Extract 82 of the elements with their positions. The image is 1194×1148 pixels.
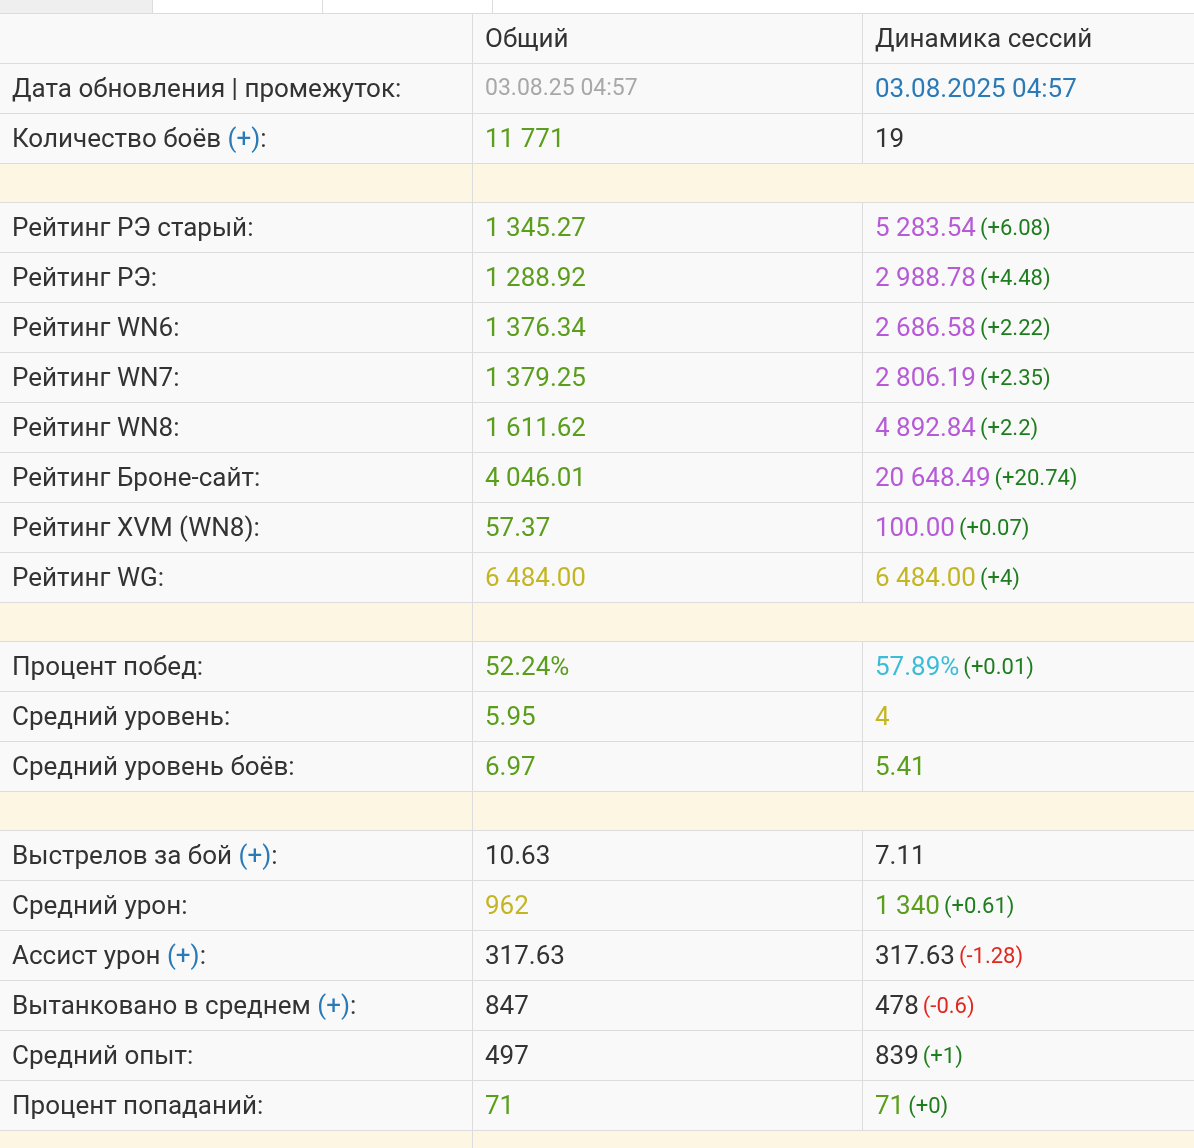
label-colon: :	[271, 839, 278, 872]
value-text: 52.24%	[485, 650, 570, 683]
delta-text: (+2.35)	[980, 364, 1051, 392]
value-text: 1 379.25	[485, 361, 586, 394]
delta-text: (+0.61)	[943, 892, 1015, 920]
delta-text: (+0.07)	[958, 514, 1030, 542]
value-text: 6 484.00	[875, 561, 976, 594]
delta-text: (-0.6)	[922, 992, 975, 1020]
row-label: Средний уровень боёв:	[12, 750, 295, 783]
delta-text: (+4.48)	[980, 264, 1051, 292]
row-label: Вытанковано в среднем	[12, 989, 311, 1022]
value-text: 478	[875, 989, 919, 1022]
details-link[interactable]: (+)	[227, 119, 261, 158]
value-text: 03.08.2025 04:57	[875, 72, 1077, 105]
delta-text: (+0.01)	[963, 653, 1034, 681]
value-text: 6.97	[485, 750, 536, 783]
row-label: Средний уровень:	[12, 700, 231, 733]
label-colon: :	[260, 122, 267, 155]
value-text: 5.95	[485, 700, 536, 733]
value-text: 839	[875, 1039, 919, 1072]
value-text: 317.63	[485, 939, 565, 972]
row-label: Рейтинг Броне-сайт:	[12, 461, 261, 494]
value-text: 4	[875, 700, 890, 733]
value-text: 1 288.92	[485, 261, 586, 294]
column-header: Общий	[485, 22, 569, 55]
row-label: Рейтинг WN7:	[12, 361, 180, 394]
value-text: 6 484.00	[485, 561, 586, 594]
row-label: Дата обновления | промежуток:	[12, 72, 402, 105]
value-text: 2 988.78	[875, 261, 976, 294]
delta-text: (+2.2)	[980, 414, 1039, 442]
value-text: 4 892.84	[875, 411, 976, 444]
details-link[interactable]: (+)	[317, 986, 350, 1025]
row-label: Рейтинг WN6:	[12, 311, 180, 344]
delta-text: (-1.28)	[958, 942, 1024, 970]
delta-text: (+1)	[922, 1042, 963, 1070]
row-label: Средний опыт:	[12, 1039, 194, 1072]
value-text: 497	[485, 1039, 529, 1072]
value-text: 100.00	[875, 511, 955, 544]
tab[interactable]	[0, 0, 153, 13]
value-text: 962	[485, 889, 529, 922]
label-colon: :	[349, 989, 357, 1022]
value-text: 03.08.25 04:57	[485, 73, 638, 104]
row-label: Выстрелов за бой	[12, 839, 233, 872]
value-text: 20 648.49	[875, 461, 991, 494]
row-label: Рейтинг РЭ:	[12, 261, 158, 294]
value-text: 847	[485, 989, 529, 1022]
delta-text: (+0)	[908, 1092, 949, 1120]
value-text: 1 345.27	[485, 211, 586, 244]
column-header: Динамика сессий	[875, 22, 1093, 55]
details-link[interactable]: (+)	[166, 936, 200, 975]
label-colon: :	[199, 939, 206, 972]
row-label: Средний урон:	[12, 889, 188, 922]
row-label: Количество боёв	[12, 122, 222, 155]
value-text: 11 771	[485, 122, 565, 155]
value-text: 4 046.01	[485, 461, 586, 494]
delta-text: (+2.22)	[980, 314, 1051, 342]
value-text: 71	[485, 1089, 515, 1122]
row-label: Ассист урон	[12, 939, 161, 972]
value-text: 5.41	[875, 750, 926, 783]
row-label: Рейтинг РЭ старый:	[12, 211, 254, 244]
value-text: 57.89%	[875, 650, 960, 683]
value-text: 2 686.58	[875, 311, 976, 344]
delta-text: (+4)	[980, 564, 1021, 592]
row-label: Процент побед:	[12, 650, 204, 683]
value-text: 7.11	[875, 839, 926, 872]
value-text: 10.63	[485, 839, 551, 872]
delta-text: (+20.74)	[994, 464, 1078, 492]
row-label: Рейтинг XVM (WN8):	[12, 511, 260, 544]
value-text: 57.37	[485, 511, 551, 544]
value-text: 317.63	[875, 939, 955, 972]
row-label: Рейтинг WN8:	[12, 411, 180, 444]
value-text: 1 376.34	[485, 311, 586, 344]
value-text: 5 283.54	[875, 211, 976, 244]
row-label: Процент попаданий:	[12, 1089, 264, 1122]
value-text: 2 806.19	[875, 361, 976, 394]
details-link[interactable]: (+)	[238, 836, 272, 875]
value-text: 71	[875, 1089, 905, 1122]
value-text: 1 340	[875, 889, 940, 922]
value-text: 1 611.62	[485, 411, 586, 444]
delta-text: (+6.08)	[980, 214, 1051, 242]
value-text: 19	[875, 122, 905, 155]
row-label: Рейтинг WG:	[12, 561, 164, 594]
